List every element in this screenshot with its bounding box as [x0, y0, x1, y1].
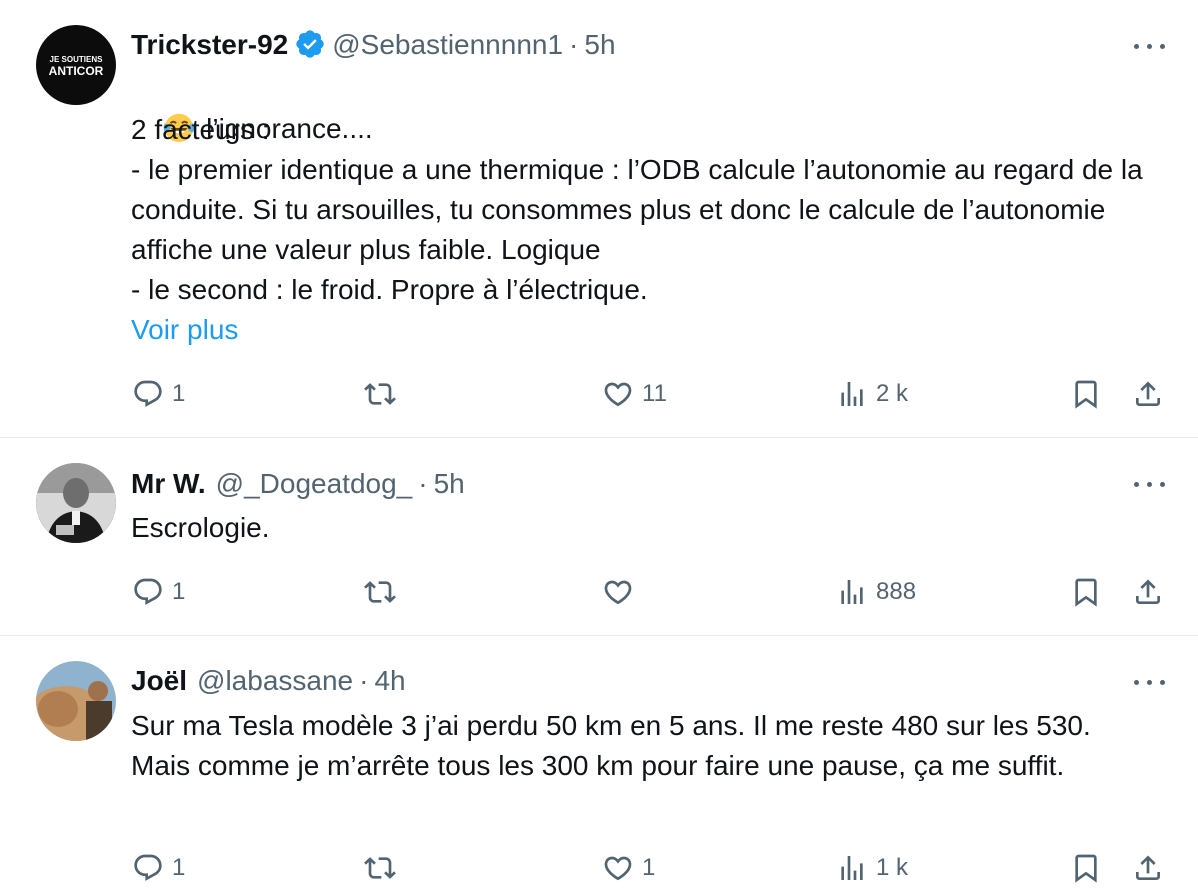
avatar[interactable] [36, 463, 116, 543]
reply-button[interactable]: 1 [132, 377, 185, 411]
views-count: 2 k [876, 380, 909, 407]
like-count: 11 [642, 380, 667, 407]
bookmark-button[interactable] [1070, 377, 1102, 411]
reply-icon [134, 380, 162, 407]
reply-button[interactable]: 1 [132, 851, 185, 885]
views-count: 888 [876, 578, 917, 605]
verified-badge-icon [296, 30, 324, 58]
retweet-icon [364, 581, 396, 603]
tweet[interactable]: Joël @labassane · 4h Sur ma Tesla modèle 3 … [0, 636, 1198, 894]
bookmark-button[interactable] [1070, 575, 1102, 609]
heart-icon [604, 856, 632, 881]
views-button[interactable]: 2 k [836, 377, 908, 411]
views-count: 1 k [876, 854, 909, 881]
retweet-button[interactable] [364, 851, 404, 885]
views-button[interactable]: 888 [836, 575, 916, 609]
avatar[interactable]: JE SOUTIENS ANTICOR [36, 25, 116, 105]
svg-text:JE SOUTIENS: JE SOUTIENS [50, 55, 104, 64]
share-icon [1136, 579, 1160, 604]
display-name[interactable]: Mr W. [131, 468, 206, 499]
heart-icon [604, 382, 632, 407]
reply-button[interactable]: 1 [132, 575, 185, 609]
reply-icon [134, 854, 162, 881]
anticor-logo: JE SOUTIENS ANTICOR [49, 55, 104, 78]
retweet-button[interactable] [364, 575, 404, 609]
tweet[interactable]: Mr W. @_Dogeatdog_ · 5h Escrologie. 1 888 [0, 438, 1198, 635]
avatar-photo [36, 661, 116, 741]
svg-text:ANTICOR: ANTICOR [49, 64, 104, 78]
reply-count: 1 [172, 380, 186, 407]
tweet-header: Trickster-92 @Sebastiennnnn1 · 5h [131, 28, 616, 62]
like-button[interactable]: 1 [602, 851, 655, 885]
share-button[interactable] [1132, 851, 1164, 885]
share-icon [1136, 381, 1160, 406]
handle[interactable]: @labassane [197, 665, 353, 696]
like-button[interactable] [602, 575, 642, 609]
share-button[interactable] [1132, 377, 1164, 411]
reply-icon [134, 578, 162, 605]
retweet-icon [364, 857, 396, 879]
analytics-icon [841, 580, 863, 604]
display-name[interactable]: Joël [131, 665, 187, 696]
tweet-header: Joël @labassane · 4h [131, 664, 406, 698]
avatar-photo [36, 463, 116, 543]
voir-plus-link[interactable]: Voir plus [131, 310, 238, 350]
timestamp[interactable]: 5h [434, 468, 465, 499]
reply-count: 1 [172, 854, 186, 881]
more-options-icon[interactable] [1132, 476, 1168, 492]
avatar[interactable] [36, 661, 116, 741]
tweet-text: Escrologie. [131, 512, 270, 543]
heart-icon [604, 580, 632, 605]
handle[interactable]: @Sebastiennnnn1 [332, 29, 563, 60]
handle[interactable]: @_Dogeatdog_ [216, 468, 413, 499]
separator: · [359, 665, 369, 696]
tweet[interactable]: JE SOUTIENS ANTICOR Trickster-92 @Sebasti… [0, 0, 1198, 437]
bookmark-icon [1075, 854, 1097, 883]
tweet-header: Mr W. @_Dogeatdog_ · 5h [131, 467, 465, 501]
views-button[interactable]: 1 k [836, 851, 908, 885]
like-count: 1 [642, 854, 656, 881]
retweet-icon [364, 383, 396, 405]
bookmark-icon [1075, 380, 1097, 409]
analytics-icon [841, 382, 863, 406]
tweet-text: Sur ma Tesla modèle 3 j’ai perdu 50 km e… [131, 710, 1099, 781]
share-button[interactable] [1132, 575, 1164, 609]
separator: · [418, 468, 428, 499]
tweet-text: 2 facteurs : - le premier identique a un… [131, 114, 1143, 305]
share-icon [1136, 855, 1160, 880]
timestamp[interactable]: 5h [584, 29, 615, 60]
like-button[interactable]: 11 [602, 377, 667, 411]
display-name[interactable]: Trickster-92 [131, 29, 288, 60]
more-options-icon[interactable] [1132, 38, 1168, 54]
analytics-icon [841, 856, 863, 880]
more-options-icon[interactable] [1132, 674, 1168, 690]
retweet-button[interactable] [364, 377, 404, 411]
bookmark-button[interactable] [1070, 851, 1102, 885]
separator: · [569, 29, 579, 60]
timestamp[interactable]: 4h [374, 665, 405, 696]
bookmark-icon [1075, 578, 1097, 607]
reply-count: 1 [172, 578, 186, 605]
